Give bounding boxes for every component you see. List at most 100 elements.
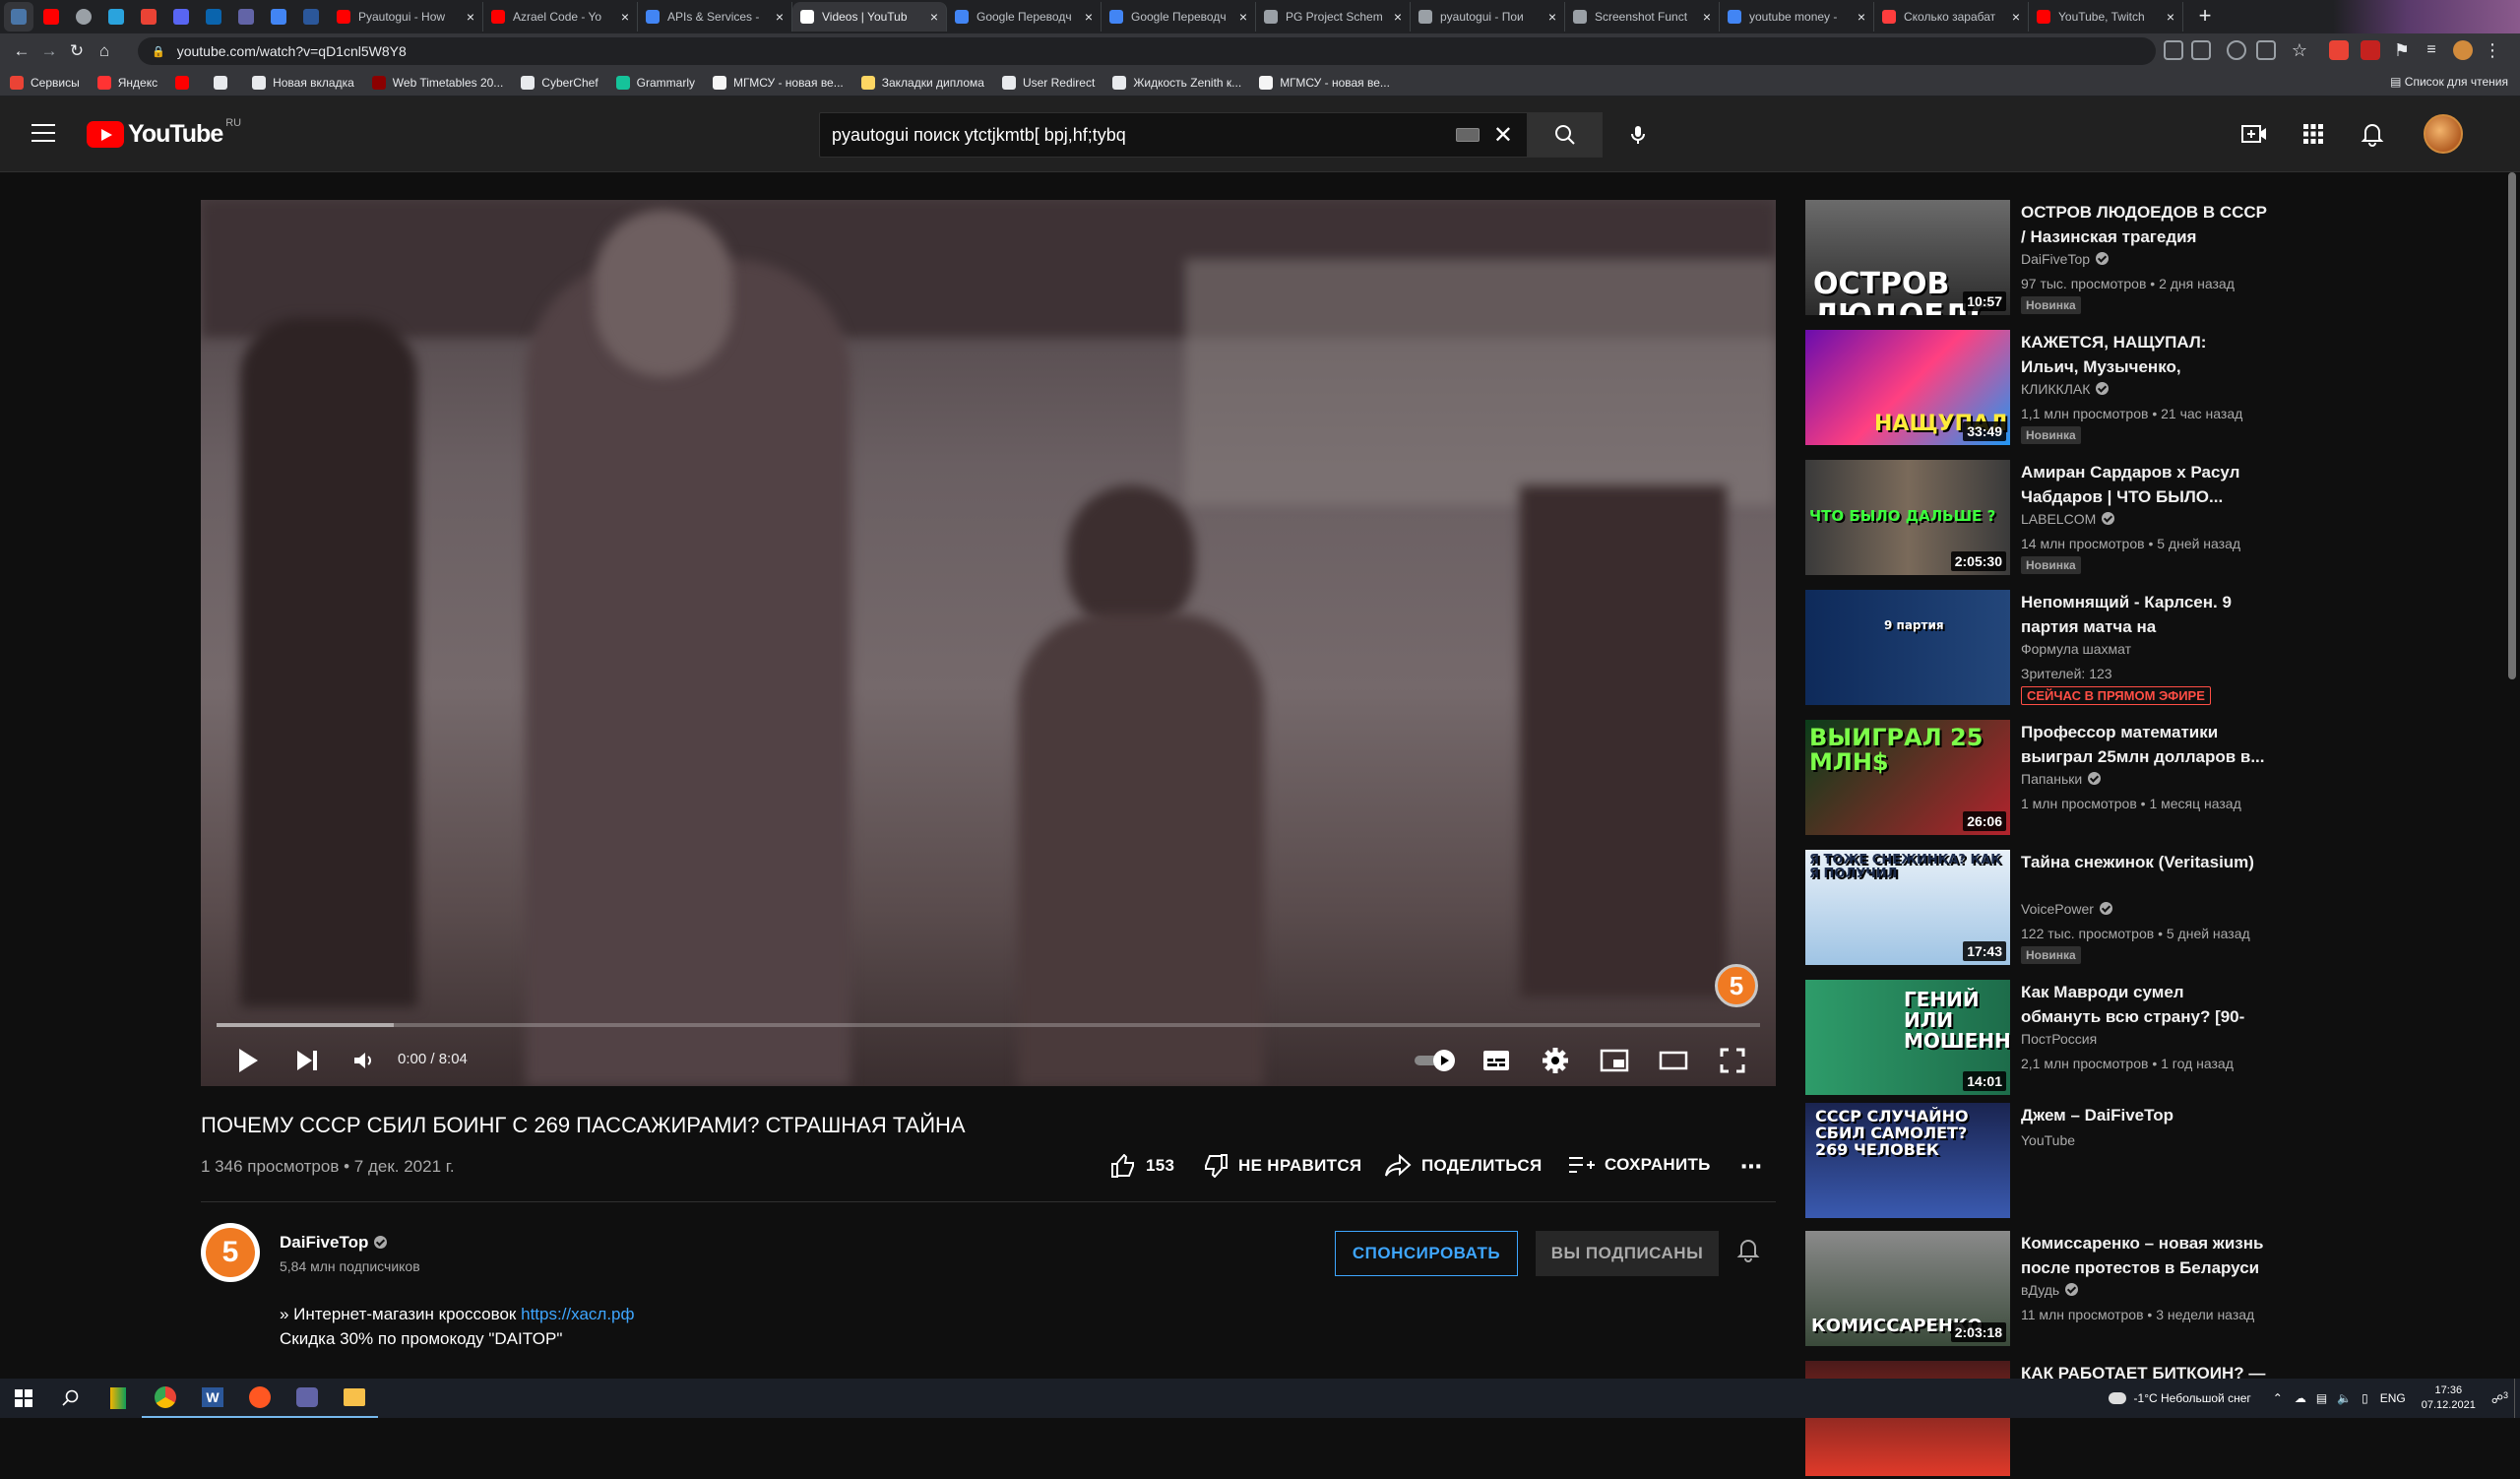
bookmark-item[interactable]: CyberChef xyxy=(521,75,598,90)
star-icon[interactable]: ☆ xyxy=(2290,40,2309,60)
bookmark-item[interactable]: МГМСУ - новая ве... xyxy=(1259,75,1390,90)
theater-mode-button[interactable] xyxy=(1654,1043,1693,1078)
bookmark-item[interactable]: Web Timetables 20... xyxy=(371,75,503,90)
progress-bar[interactable] xyxy=(217,1023,1760,1027)
recommended-video[interactable]: НАЩУПАЛ 33:49 КАЖЕТСЯ, НАЩУПАЛ: Ильич, Муз… xyxy=(1805,330,2268,448)
recommendation-channel[interactable]: VoicePower xyxy=(2021,901,2112,917)
recommendation-title[interactable]: Джем – DaiFiveTop xyxy=(2021,1103,2267,1127)
pinned-tab-7[interactable] xyxy=(264,2,293,32)
weather-text[interactable]: -1°C Небольшой снег xyxy=(2134,1391,2251,1405)
video-thumbnail[interactable]: ГЕНИЙ ИЛИ МОШЕННИК? 14:01 xyxy=(1805,980,2010,1095)
browser-tab[interactable]: Azrael Code - Yo × xyxy=(483,2,638,32)
profile-avatar[interactable] xyxy=(2453,40,2473,60)
tab-close-icon[interactable]: × xyxy=(776,9,784,25)
more-actions-button[interactable]: ⋯ xyxy=(1740,1154,1762,1180)
media-icon[interactable]: ≡ xyxy=(2422,40,2441,60)
zoom-icon[interactable] xyxy=(2227,40,2246,60)
channel-watermark[interactable]: 5 xyxy=(1715,964,1758,1007)
back-button[interactable]: ← xyxy=(8,41,35,61)
notifications-button[interactable] xyxy=(2357,118,2388,150)
browser-tab[interactable]: Google Переводч × xyxy=(1102,2,1256,32)
bookmark-item[interactable]: User Redirect xyxy=(1001,75,1095,90)
clear-search-icon[interactable]: ✕ xyxy=(1493,121,1513,150)
pinned-tab-4[interactable] xyxy=(166,2,196,32)
share-icon[interactable] xyxy=(2256,40,2276,60)
recommendation-channel[interactable]: КЛИККЛАК xyxy=(2021,381,2110,397)
bookmark-item[interactable]: Яндекс xyxy=(96,75,158,90)
apps-button[interactable] xyxy=(2298,118,2329,150)
tab-close-icon[interactable]: × xyxy=(2012,9,2020,25)
like-button[interactable]: 153 xyxy=(1110,1154,1174,1178)
recommended-video[interactable]: КОМИССАРЕНКО 2:03:18 Комиссаренко – новая … xyxy=(1805,1231,2268,1349)
translate-icon[interactable] xyxy=(2191,40,2211,60)
account-avatar[interactable] xyxy=(2424,114,2463,154)
tab-close-icon[interactable]: × xyxy=(2167,9,2174,25)
tab-close-icon[interactable]: × xyxy=(930,9,938,25)
youtube-logo[interactable]: YouTube RU xyxy=(87,117,241,149)
pinned-tab-6[interactable] xyxy=(231,2,261,32)
new-tab-button[interactable]: + xyxy=(2191,3,2219,31)
recommendation-channel[interactable]: DaiFiveTop xyxy=(2021,251,2110,267)
browser-tab[interactable]: Screenshot Funct × xyxy=(1565,2,1720,32)
miniplayer-button[interactable] xyxy=(1595,1043,1634,1078)
recommendation-title[interactable]: Комиссаренко – новая жизнь после протест… xyxy=(2021,1231,2267,1280)
reading-list-button[interactable]: ▤ Список для чтения xyxy=(2390,75,2508,89)
browser-tab[interactable]: APIs & Services - × xyxy=(638,2,792,32)
mute-button[interactable] xyxy=(346,1043,382,1078)
bookmark-item[interactable] xyxy=(214,75,234,90)
video-thumbnail[interactable]: ВЫИГРАЛ 25 МЛН$ 26:06 xyxy=(1805,720,2010,835)
bookmark-item[interactable]: Сервисы xyxy=(10,75,80,90)
sponsor-button[interactable]: СПОНСИРОВАТЬ xyxy=(1335,1231,1518,1276)
bookmark-item[interactable]: Закладки диплома xyxy=(860,75,984,90)
network-icon[interactable]: ▤ xyxy=(2316,1391,2327,1405)
tab-close-icon[interactable]: × xyxy=(1858,9,1865,25)
tab-close-icon[interactable]: × xyxy=(1239,9,1247,25)
bookmark-item[interactable]: Жидкость Zenith к... xyxy=(1112,75,1241,90)
video-thumbnail[interactable]: 9 партия xyxy=(1805,590,2010,705)
recommended-video[interactable]: ВЫИГРАЛ 25 МЛН$ 26:06 Профессор математики… xyxy=(1805,720,2268,838)
tab-close-icon[interactable]: × xyxy=(1703,9,1711,25)
bookmark-item[interactable]: Новая вкладка xyxy=(252,75,354,90)
tab-close-icon[interactable]: × xyxy=(621,9,629,25)
install-icon[interactable] xyxy=(2164,40,2183,60)
video-player[interactable]: 5 0:00 / 8:04 xyxy=(201,200,1776,1086)
channel-notifications-button[interactable] xyxy=(1736,1237,1760,1267)
autoplay-toggle[interactable] xyxy=(1410,1043,1461,1078)
dislike-button[interactable]: НЕ НРАВИТСЯ xyxy=(1203,1154,1361,1178)
search-taskbar-button[interactable] xyxy=(47,1379,94,1418)
tab-close-icon[interactable]: × xyxy=(1548,9,1556,25)
hamburger-menu-icon[interactable] xyxy=(32,124,55,142)
pinned-tab-1[interactable] xyxy=(69,2,98,32)
next-button[interactable] xyxy=(289,1043,325,1078)
recommended-video[interactable]: СССР СЛУЧАЙНО СБИЛ САМОЛЕТ? 269 ЧЕЛОВЕК Д… xyxy=(1805,1103,2268,1221)
browser-tab[interactable]: Videos | YouTub × xyxy=(792,2,947,32)
bookmark-item[interactable] xyxy=(175,75,196,90)
recommendation-title[interactable]: КАЖЕТСЯ, НАЩУПАЛ: Ильич, Музыченко, Таюр… xyxy=(2021,330,2267,379)
browser-tab[interactable]: Pyautogui - How × xyxy=(329,2,483,32)
search-button[interactable] xyxy=(1528,112,1603,158)
channel-name[interactable]: DaiFiveTop xyxy=(280,1233,388,1253)
browser-tab[interactable]: Google Переводч × xyxy=(947,2,1102,32)
speaker-icon[interactable]: 🔈 xyxy=(2337,1391,2352,1405)
search-input[interactable]: pyautogui поиск ytctjkmtb[ bpj,hf;tybq ✕ xyxy=(819,112,1528,158)
tab-close-icon[interactable]: × xyxy=(1085,9,1093,25)
chrome-taskbar-button[interactable] xyxy=(142,1379,189,1418)
share-button[interactable]: ПОДЕЛИТЬСЯ xyxy=(1384,1154,1543,1178)
app-taskbar-button[interactable] xyxy=(94,1379,142,1418)
recommended-video[interactable]: ЧТО БЫЛО ДАЛЬШЕ ? 2:05:30 Амиран Сардаров … xyxy=(1805,460,2268,578)
word-taskbar-button[interactable]: W xyxy=(189,1379,236,1418)
battery-icon[interactable]: ▯ xyxy=(2362,1391,2368,1405)
address-bar[interactable]: 🔒 youtube.com/watch?v=qD1cnl5W8Y8 xyxy=(138,37,2156,65)
description-link[interactable]: https://хасл.рф xyxy=(521,1305,634,1323)
browser-tab[interactable]: PG Project Schem × xyxy=(1256,2,1411,32)
recommended-video[interactable]: ОСТРОВ ЛЮДОЕДС 10:57 ОСТРОВ ЛЮДОЕДОВ В ССС… xyxy=(1805,200,2268,318)
video-thumbnail[interactable]: НАЩУПАЛ 33:49 xyxy=(1805,330,2010,445)
browser-tab[interactable]: YouTube, Twitch × xyxy=(2029,2,2183,32)
keyboard-icon[interactable] xyxy=(1455,128,1480,142)
notifications-icon[interactable]: ☍3 xyxy=(2491,1390,2508,1406)
subscribed-button[interactable]: ВЫ ПОДПИСАНЫ xyxy=(1536,1231,1719,1276)
recommendation-title[interactable]: Амиран Сардаров x Расул Чабдаров | ЧТО Б… xyxy=(2021,460,2267,509)
recommendation-title[interactable]: Профессор математики выиграл 25млн долла… xyxy=(2021,720,2267,769)
browser-tab[interactable]: pyautogui - Пои × xyxy=(1411,2,1565,32)
pinned-tab-2[interactable] xyxy=(101,2,131,32)
